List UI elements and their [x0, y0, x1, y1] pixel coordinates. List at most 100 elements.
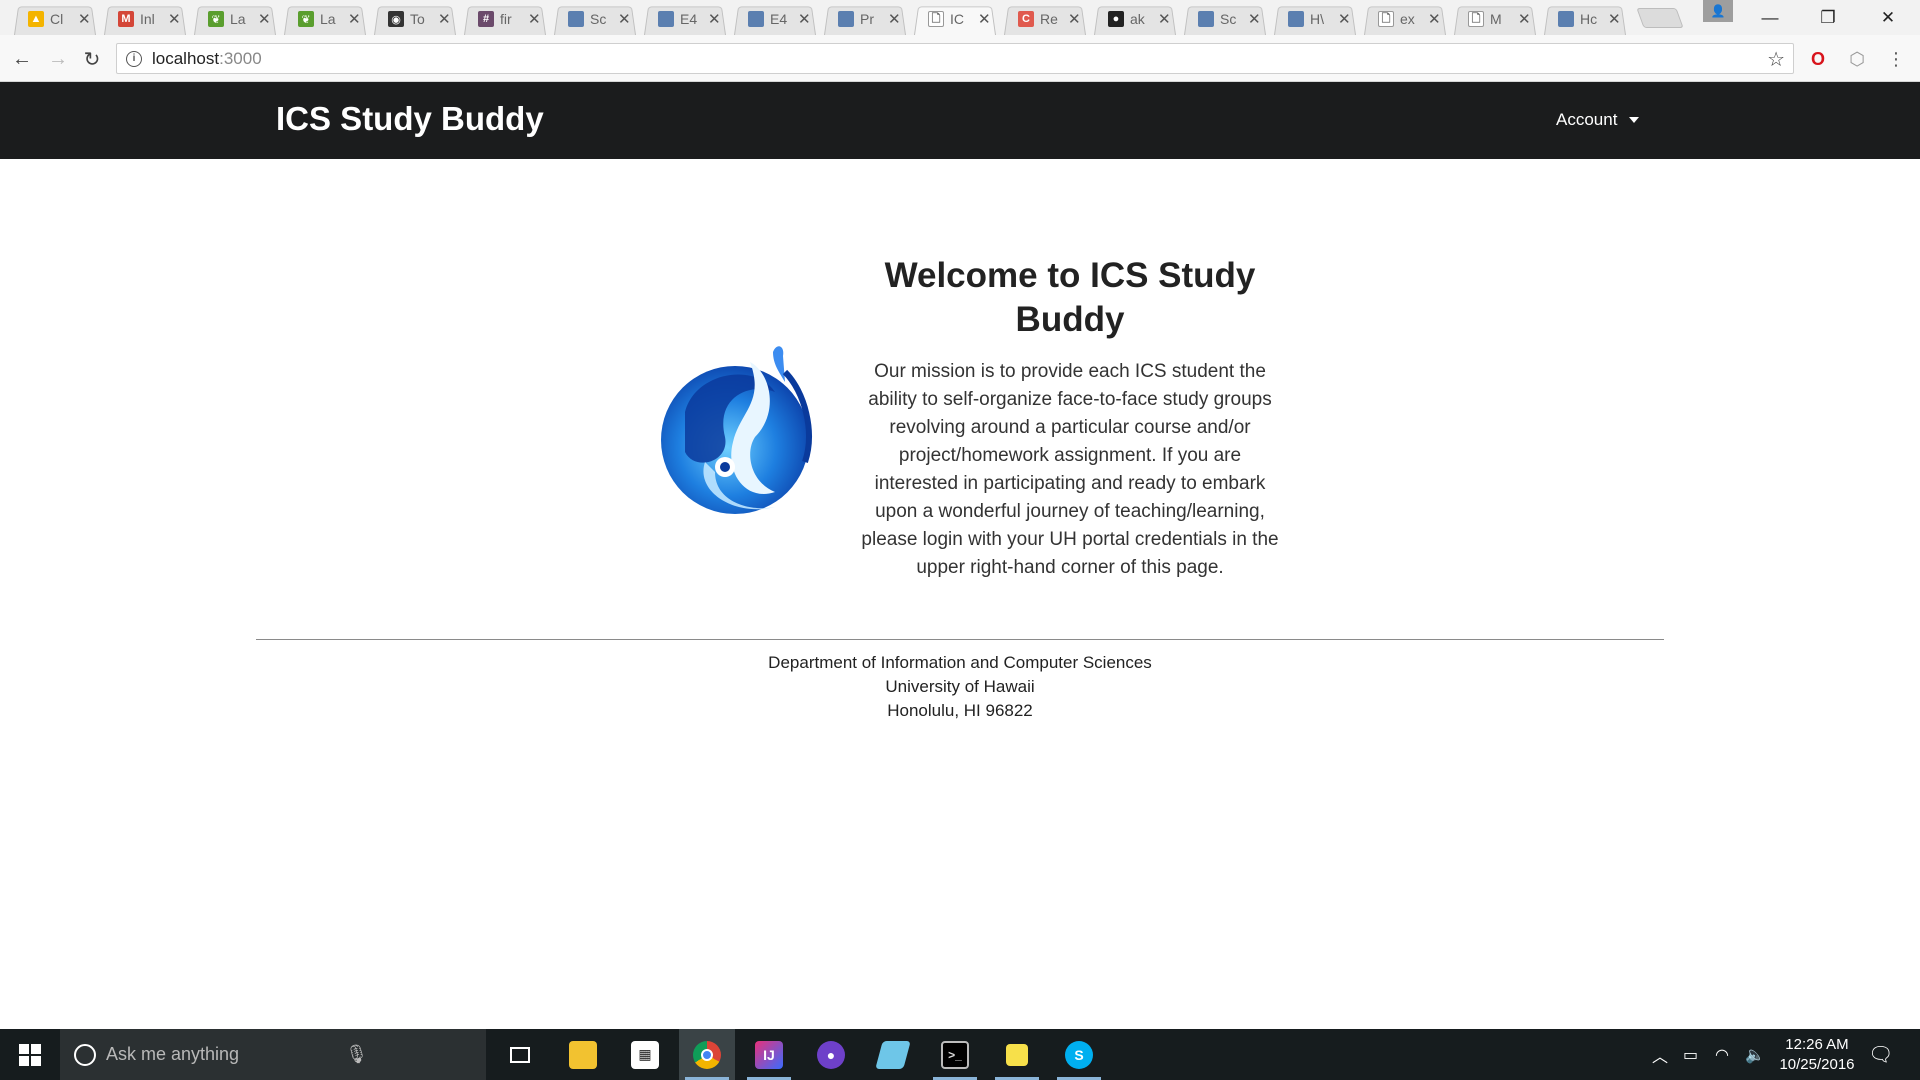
back-icon[interactable]: ← [8, 45, 36, 73]
browser-tab[interactable]: 🗋 IC ✕ [910, 3, 1000, 35]
tab-close-icon[interactable]: ✕ [1518, 10, 1531, 28]
cortana-icon [74, 1043, 96, 1066]
restore-icon[interactable]: ❐ [1800, 0, 1856, 35]
browser-tab[interactable]: ❦ La ✕ [280, 3, 370, 35]
tab-title: Re [1040, 11, 1058, 27]
tab-close-icon[interactable]: ✕ [978, 10, 991, 28]
tray-overflow-icon[interactable]: ︿ [1652, 1029, 1668, 1080]
tab-title: Sc [1220, 11, 1237, 27]
browser-tab[interactable]: Sc ✕ [1180, 3, 1270, 35]
clock-time: 12:26 AM [1785, 1036, 1849, 1053]
reload-icon[interactable]: ↻ [78, 45, 106, 73]
action-center-icon[interactable]: 🗨 [1868, 1029, 1893, 1080]
tab-close-icon[interactable]: ✕ [1608, 10, 1621, 28]
web-page: ICS Study Buddy Account Welcome to ICS S… [0, 82, 1920, 1029]
clock-date: 10/25/2016 [1779, 1056, 1855, 1073]
tab-close-icon[interactable]: ✕ [348, 10, 361, 28]
tab-close-icon[interactable]: ✕ [168, 10, 181, 28]
intellij-icon[interactable]: IJ [741, 1029, 797, 1080]
tab-close-icon[interactable]: ✕ [258, 10, 271, 28]
tab-close-icon[interactable]: ✕ [798, 10, 811, 28]
tab-title: Pr [860, 11, 874, 27]
browser-tab[interactable]: Pr ✕ [820, 3, 910, 35]
tab-title: La [320, 11, 336, 27]
sticky-notes-icon[interactable] [989, 1029, 1045, 1080]
browser-tab[interactable]: ❦ La ✕ [190, 3, 280, 35]
leaf-icon: ❦ [208, 11, 224, 27]
hash-icon: # [478, 11, 494, 27]
footer-university: University of Hawaii [885, 677, 1035, 696]
tab-close-icon[interactable]: ✕ [888, 10, 901, 28]
browser-tab[interactable]: E4 ✕ [640, 3, 730, 35]
microphone-icon[interactable]: 🎙 [345, 1044, 368, 1065]
caret-down-icon [1629, 117, 1640, 123]
page-icon [748, 11, 764, 27]
browser-tab[interactable]: H\ ✕ [1270, 3, 1360, 35]
opera-extension-icon[interactable]: O [1806, 47, 1830, 71]
tab-close-icon[interactable]: ✕ [78, 10, 91, 28]
tab-close-icon[interactable]: ✕ [1248, 10, 1261, 28]
document-icon: 🗋 [1468, 11, 1484, 27]
tab-close-icon[interactable]: ✕ [708, 10, 721, 28]
browser-tab[interactable]: 🗋 ex ✕ [1360, 3, 1450, 35]
browser-tab[interactable]: Sc ✕ [550, 3, 640, 35]
notepad-icon[interactable] [865, 1029, 921, 1080]
browser-tab[interactable]: E4 ✕ [730, 3, 820, 35]
mission-text: Our mission is to provide each ICS stude… [861, 361, 1279, 578]
tab-close-icon[interactable]: ✕ [1428, 10, 1441, 28]
github-desktop-icon[interactable]: ● [803, 1029, 859, 1080]
new-tab-button[interactable] [1636, 8, 1684, 28]
browser-tab[interactable]: 🗋 M ✕ [1450, 3, 1540, 35]
windows-logo-icon [19, 1043, 41, 1066]
tab-close-icon[interactable]: ✕ [1338, 10, 1351, 28]
browser-tab[interactable]: ▲ Cl ✕ [10, 3, 100, 35]
account-label: Account [1556, 110, 1618, 129]
tab-title: ex [1400, 11, 1415, 27]
terminal-icon[interactable]: >_ [927, 1029, 983, 1080]
page-icon [1558, 11, 1574, 27]
minimize-icon[interactable]: — [1742, 0, 1798, 35]
tab-close-icon[interactable]: ✕ [528, 10, 541, 28]
brand-title[interactable]: ICS Study Buddy [276, 100, 544, 138]
tab-close-icon[interactable]: ✕ [438, 10, 451, 28]
profile-icon[interactable]: 👤 [1703, 0, 1733, 22]
browser-tab[interactable]: C Re ✕ [1000, 3, 1090, 35]
tab-close-icon[interactable]: ✕ [1158, 10, 1171, 28]
tab-close-icon[interactable]: ✕ [1068, 10, 1081, 28]
close-window-icon[interactable]: ✕ [1860, 0, 1916, 35]
browser-tab[interactable]: M Inl ✕ [100, 3, 190, 35]
menu-kebab-icon[interactable]: ⋮ [1884, 47, 1908, 71]
system-clock[interactable]: 12:26 AM 10/25/2016 [1772, 1035, 1862, 1075]
browser-tab[interactable]: ● ak ✕ [1090, 3, 1180, 35]
document-icon: 🗋 [1378, 11, 1394, 27]
welcome-heading: Welcome to ICS Study Buddy [884, 256, 1256, 339]
chrome-icon[interactable] [679, 1029, 735, 1080]
tab-title: E4 [770, 11, 788, 27]
extension-shield-icon[interactable]: ⬡ [1845, 47, 1869, 71]
browser-tab[interactable]: # fir ✕ [460, 3, 550, 35]
browser-tab[interactable]: Hc ✕ [1540, 3, 1630, 35]
task-view-icon[interactable] [492, 1029, 548, 1080]
leaf-icon: ❦ [298, 11, 314, 27]
site-info-icon[interactable]: i [126, 50, 142, 67]
store-icon[interactable]: ▦ [617, 1029, 673, 1080]
bookmark-star-icon[interactable]: ☆ [1767, 47, 1785, 72]
tab-title: IC [950, 11, 964, 27]
browser-toolbar: ← → ↻ i localhost :3000 ☆ O ⬡ ⋮ [0, 35, 1920, 82]
tab-list: ▲ Cl ✕ M Inl ✕ ❦ La ✕ ❦ La ✕ ◉ To ✕ # fir ✕ Sc ✕ E4 ✕ E4 ✕ Pr ✕ 🗋 I… [10, 3, 1630, 35]
wifi-icon[interactable]: ◠ [1715, 1029, 1729, 1080]
browser-tab[interactable]: ◉ To ✕ [370, 3, 460, 35]
tab-title: Sc [590, 11, 607, 27]
cortana-search-box[interactable]: Ask me anything 🎙 [60, 1029, 486, 1080]
battery-icon[interactable]: ▭ [1683, 1029, 1698, 1080]
forward-icon[interactable]: → [44, 45, 72, 73]
start-button[interactable] [0, 1029, 60, 1080]
footer-divider [256, 639, 1664, 640]
account-dropdown[interactable]: Account [1556, 110, 1640, 130]
volume-icon[interactable]: 🔈 [1745, 1029, 1765, 1080]
page-icon [658, 11, 674, 27]
file-explorer-icon[interactable] [555, 1029, 611, 1080]
skype-icon[interactable]: S [1051, 1029, 1107, 1080]
tab-close-icon[interactable]: ✕ [618, 10, 631, 28]
address-bar[interactable]: i localhost :3000 ☆ [116, 43, 1794, 74]
